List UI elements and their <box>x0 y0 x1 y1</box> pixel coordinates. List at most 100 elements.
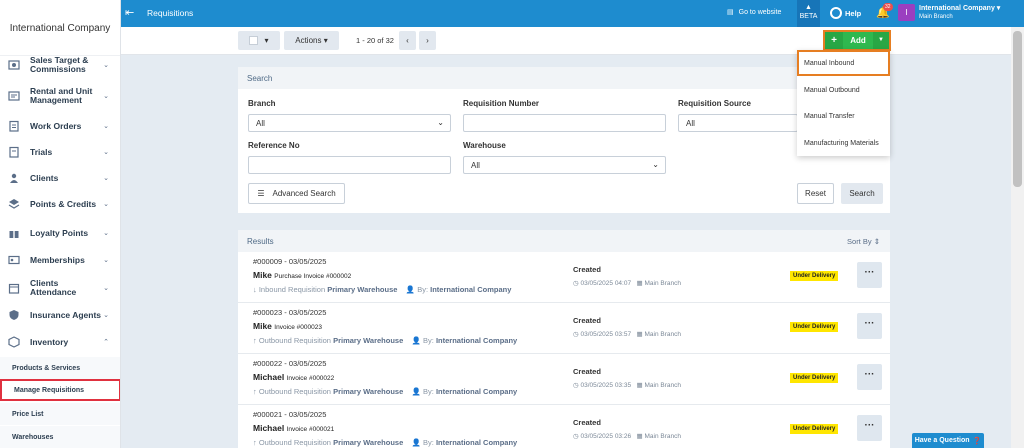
layers-icon <box>8 198 20 210</box>
requisition-number-label: Requisition Number <box>463 99 540 108</box>
warehouse-label: Warehouse <box>463 141 506 150</box>
sidebar-item-points-credits[interactable]: Points & Credits ⌄ <box>0 191 120 217</box>
user-menu[interactable]: International Company ▾ Main Branch <box>919 4 1000 22</box>
sidebar-subitem-manage-requisitions[interactable]: Manage Requisitions <box>0 379 120 401</box>
add-button[interactable]: Add <box>843 32 873 49</box>
chevron-down-icon: ⌄ <box>103 123 109 130</box>
sidebar-item-label: Loyalty Points <box>30 227 89 238</box>
warehouse-name: Primary Warehouse <box>327 285 398 294</box>
user-branch: Main Branch <box>919 14 953 20</box>
row-date: ◷ 03/05/2025 03:35 ▦ Main Branch <box>573 381 681 389</box>
reference-no-label: Reference No <box>248 141 300 150</box>
table-row[interactable]: #000009 - 03/05/2025 Mike Purchase Invoi… <box>238 252 890 303</box>
target-icon <box>8 59 20 71</box>
status-badge: Under Delivery <box>790 424 839 434</box>
user-icon: 👤 <box>411 438 421 447</box>
chevron-down-icon: ⌄ <box>103 93 109 100</box>
more-actions-button[interactable]: ··· <box>857 313 882 339</box>
advanced-search-label: Advanced Search <box>272 189 336 198</box>
sidebar-subitem-products[interactable]: Products & Services <box>0 357 120 379</box>
building-icon: ▦ <box>636 382 643 389</box>
branch-select[interactable]: All ⌄ <box>248 114 451 132</box>
row-branch: Main Branch <box>644 382 681 389</box>
warehouse-name: Primary Warehouse <box>333 387 404 396</box>
advanced-search-button[interactable]: ☰ Advanced Search <box>248 183 345 204</box>
sidebar-item-insurance[interactable]: Insurance Agents ⌄ <box>0 302 120 328</box>
status-badge: Under Delivery <box>790 322 839 332</box>
sidebar-item-memberships[interactable]: Memberships ⌄ <box>0 247 120 273</box>
prev-page-button[interactable]: ‹ <box>399 31 416 50</box>
trials-icon <box>8 146 20 158</box>
sidebar-item-inventory[interactable]: Inventory ⌃ <box>0 329 120 355</box>
requisition-source-select[interactable]: All <box>678 114 798 132</box>
help-button[interactable]: Help <box>830 7 861 19</box>
sidebar-item-clients[interactable]: Clients ⌄ <box>0 165 120 191</box>
clock-icon: ◷ <box>573 331 579 338</box>
reference-no-input[interactable] <box>248 156 451 174</box>
sidebar-item-loyalty[interactable]: Loyalty Points ⌄ <box>0 220 120 246</box>
beta-button[interactable]: ▲ BETA <box>797 0 820 27</box>
sidebar-item-work-orders[interactable]: Work Orders ⌄ <box>0 113 120 139</box>
plus-icon[interactable]: + <box>825 32 843 49</box>
sidebar-item-trials[interactable]: Trials ⌄ <box>0 139 120 165</box>
search-button[interactable]: Search <box>841 183 883 204</box>
user-icon: 👤 <box>405 285 416 294</box>
select-all-checkbox[interactable] <box>249 36 259 45</box>
reset-button[interactable]: Reset <box>797 183 834 204</box>
box-icon <box>8 336 20 348</box>
collapse-sidebar-icon[interactable]: ⇤ <box>125 6 134 19</box>
requisition-type: Inbound Requisition <box>258 285 326 294</box>
results-panel: Results Sort By ⇕ #000009 - 03/05/2025 M… <box>238 230 890 448</box>
bulk-select-button[interactable]: ▾ <box>238 31 280 50</box>
shield-icon <box>8 309 20 321</box>
sidebar-item-sales-target[interactable]: Sales Target & Commissions ⌄ <box>0 52 120 78</box>
created-by: International Company <box>430 285 512 294</box>
table-row[interactable]: #000023 - 03/05/2025 Mike Invoice #00002… <box>238 303 890 354</box>
add-dropdown-toggle[interactable]: ▼ <box>873 32 889 49</box>
chevron-down-icon: ▾ <box>996 5 1001 12</box>
sort-by-label: Sort By <box>847 237 872 246</box>
caret-down-icon: ▾ <box>323 36 328 45</box>
go-to-website-link[interactable]: ▤ Go to website <box>727 8 782 17</box>
sort-by-button[interactable]: Sort By ⇕ <box>847 237 880 246</box>
table-row[interactable]: #000022 - 03/05/2025 Michael Invoice #00… <box>238 354 890 405</box>
page-scrollbar[interactable] <box>1011 27 1024 448</box>
row-date-text: 03/05/2025 03:35 <box>580 382 632 389</box>
requisition-code: #000009 - 03/05/2025 <box>253 257 327 266</box>
requisition-number-input[interactable] <box>463 114 666 132</box>
sidebar-subitem-warehouses[interactable]: Warehouses <box>0 426 120 448</box>
building-icon: ▦ <box>636 433 643 440</box>
sidebar-item-label: Trials <box>30 146 53 157</box>
question-icon: ❓ <box>972 437 982 445</box>
menu-item-manual-inbound[interactable]: Manual Inbound <box>797 50 890 76</box>
chevron-down-icon: ⌄ <box>652 160 659 169</box>
rental-icon <box>8 90 20 102</box>
top-bar: ⇤ Requisitions ▤ Go to website ▲ BETA He… <box>121 0 1024 27</box>
chevron-up-icon: ⌃ <box>103 339 109 346</box>
more-actions-button[interactable]: ··· <box>857 364 882 390</box>
scrollbar-thumb[interactable] <box>1013 31 1022 187</box>
sidebar-item-clients-attendance[interactable]: Clients Attendance ⌄ <box>0 275 120 301</box>
next-page-button[interactable]: › <box>419 31 436 50</box>
menu-item-manufacturing-materials[interactable]: Manufacturing Materials <box>797 130 890 156</box>
more-actions-button[interactable]: ··· <box>857 262 882 288</box>
sidebar-item-rental[interactable]: Rental and Unit Management ⌄ <box>0 83 120 109</box>
avatar[interactable]: I <box>898 4 915 21</box>
go-to-website-label: Go to website <box>738 8 782 16</box>
chevron-down-icon: ⌄ <box>103 201 109 208</box>
table-row[interactable]: #000021 - 03/05/2025 Michael Invoice #00… <box>238 405 890 448</box>
have-a-question-button[interactable]: Have a Question ❓ <box>912 433 984 448</box>
sidebar-subitem-price-list[interactable]: Price List <box>0 403 120 425</box>
have-a-question-label: Have a Question <box>914 437 970 444</box>
menu-item-manual-outbound[interactable]: Manual Outbound <box>797 77 890 103</box>
chevron-down-icon: ⌄ <box>103 312 109 319</box>
warehouse-select[interactable]: All ⌄ <box>463 156 666 174</box>
actions-button[interactable]: Actions ▾ <box>284 31 339 50</box>
more-actions-button[interactable]: ··· <box>857 415 882 441</box>
status-text: Created <box>573 316 601 325</box>
client-name-text: Mike <box>253 270 272 280</box>
row-branch: Main Branch <box>644 433 681 440</box>
clock-icon: ◷ <box>573 280 579 287</box>
menu-item-manual-transfer[interactable]: Manual Transfer <box>797 103 890 129</box>
status-text: Created <box>573 265 601 274</box>
